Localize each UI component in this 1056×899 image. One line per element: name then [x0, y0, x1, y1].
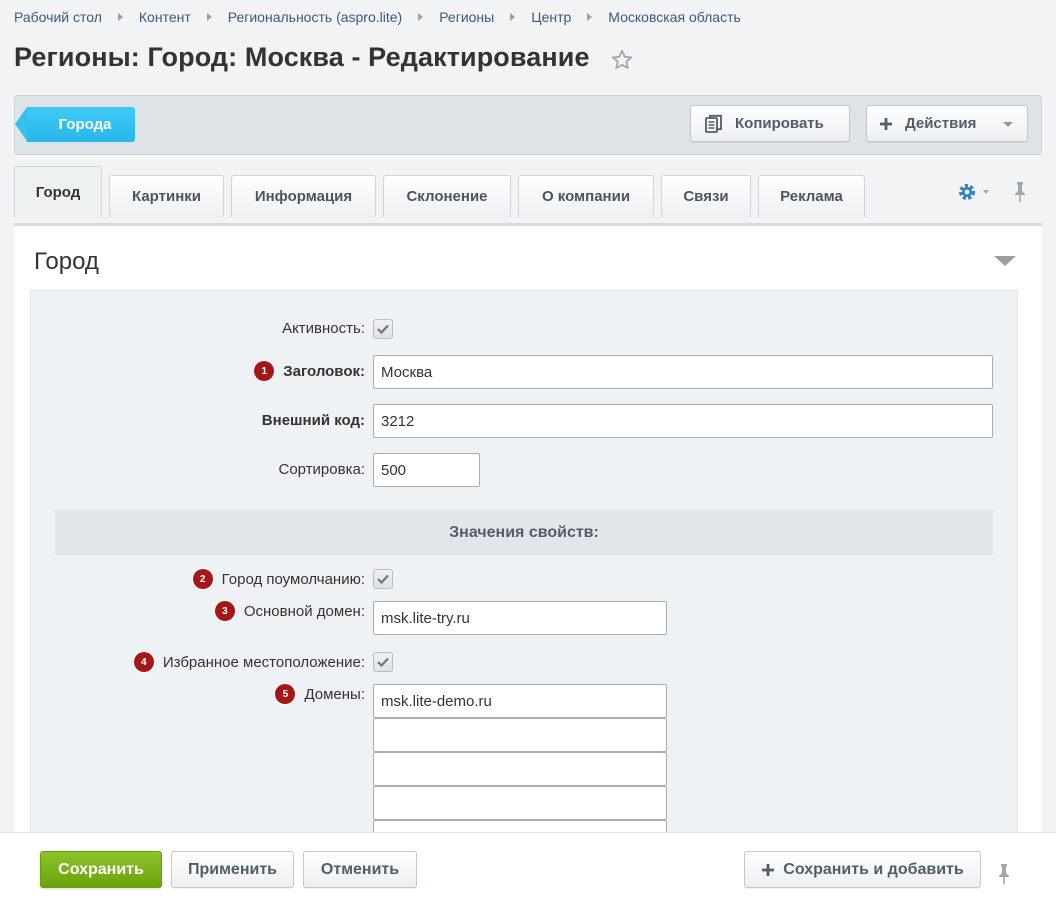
domains-label: 5 Домены: — [275, 684, 365, 704]
domain-input-1[interactable] — [373, 684, 667, 718]
properties-header: Значения свойств: — [55, 510, 993, 555]
plus-icon — [762, 863, 775, 876]
tab-information[interactable]: Информация — [231, 175, 376, 217]
save-button[interactable]: Сохранить — [40, 851, 162, 888]
form-row-title: 1 Заголовок: — [31, 355, 1019, 389]
marker-badge: 3 — [214, 601, 235, 621]
actions-button[interactable]: Действия — [866, 105, 1028, 142]
active-label: Активность: — [282, 320, 365, 337]
copy-button-label: Копировать — [735, 115, 824, 132]
pin-icon[interactable] — [996, 863, 1012, 885]
form-row-main-domain: 3 Основной домен: — [31, 601, 1019, 635]
main-domain-label: 3 Основной домен: — [214, 601, 365, 621]
section-title: Город — [34, 248, 99, 275]
checkmark-icon — [377, 657, 389, 667]
checkmark-icon — [377, 324, 389, 334]
marker-badge: 4 — [133, 652, 154, 672]
copy-icon — [705, 114, 722, 133]
caret-down-icon — [1003, 122, 1013, 127]
back-button-label: Города — [58, 116, 112, 133]
chevron-right-icon — [510, 13, 516, 21]
breadcrumb-item-content[interactable]: Контент — [139, 9, 191, 25]
checkmark-icon — [377, 574, 389, 584]
title-input[interactable] — [373, 355, 993, 389]
tab-declension[interactable]: Склонение — [383, 175, 511, 217]
pin-icon[interactable] — [1012, 181, 1028, 203]
page-title: Регионы: Город: Москва - Редактирование — [14, 42, 590, 72]
tab-links[interactable]: Связи — [661, 175, 751, 217]
title-label: 1 Заголовок: — [254, 361, 365, 381]
domain-input-3[interactable] — [373, 752, 667, 786]
form-row-default-city: 2 Город поумолчанию: — [31, 567, 1019, 591]
breadcrumb-item-regions[interactable]: Регионы — [439, 9, 494, 25]
copy-button[interactable]: Копировать — [690, 105, 850, 142]
collapse-triangle-icon[interactable] — [994, 256, 1016, 266]
toolbar: Города Копировать Действия — [14, 95, 1042, 155]
domain-input-4[interactable] — [373, 786, 667, 820]
back-to-cities-button[interactable]: Города — [15, 107, 135, 142]
marker-badge: 5 — [275, 684, 296, 704]
form-row-favorite-location: 4 Избранное местоположение: — [31, 650, 1019, 674]
breadcrumb-item-desktop[interactable]: Рабочий стол — [14, 9, 102, 25]
cancel-button[interactable]: Отменить — [303, 851, 417, 888]
form-row-sort: Сортировка: — [31, 453, 1019, 487]
domain-input-2[interactable] — [373, 718, 667, 752]
plus-icon — [880, 117, 892, 130]
caret-down-icon — [983, 190, 989, 194]
tab-settings-button[interactable] — [957, 182, 989, 202]
chevron-right-icon — [206, 13, 212, 21]
marker-badge: 1 — [254, 361, 275, 381]
tab-advertising[interactable]: Реклама — [758, 175, 865, 217]
save-and-add-label: Сохранить и добавить — [783, 860, 964, 878]
sort-label: Сортировка: — [278, 461, 366, 478]
star-icon[interactable] — [610, 48, 634, 72]
form-row-active: Активность: — [31, 317, 1019, 341]
tab-bar: Город Картинки Информация Склонение О ко… — [14, 166, 872, 217]
tab-about-company[interactable]: О компании — [518, 175, 654, 217]
main-domain-input[interactable] — [373, 601, 667, 635]
page-header: Регионы: Город: Москва - Редактирование — [14, 42, 634, 73]
chevron-right-icon — [587, 13, 593, 21]
sort-input[interactable] — [373, 453, 480, 487]
breadcrumb: Рабочий стол Контент Региональность (asp… — [14, 9, 741, 25]
actions-button-label: Действия — [905, 115, 977, 132]
footer-bar: Сохранить Применить Отменить Сохранить и… — [0, 832, 1056, 899]
chevron-right-icon — [418, 13, 424, 21]
edit-card: Город Активность: 1 Заголовок: Внешний к… — [14, 223, 1042, 854]
breadcrumb-item-center[interactable]: Центр — [531, 9, 571, 25]
breadcrumb-item-regionality[interactable]: Региональность (aspro.lite) — [228, 9, 402, 25]
save-and-add-button[interactable]: Сохранить и добавить — [744, 851, 981, 888]
apply-button[interactable]: Применить — [171, 851, 294, 888]
form-area: Активность: 1 Заголовок: Внешний код: Со… — [30, 290, 1019, 854]
external-code-label: Внешний код: — [261, 412, 365, 429]
breadcrumb-item-moscow-region[interactable]: Московская область — [608, 9, 740, 25]
chevron-right-icon — [117, 13, 123, 21]
tab-city[interactable]: Город — [14, 166, 102, 217]
active-checkbox[interactable] — [373, 319, 393, 339]
gear-icon — [959, 184, 975, 200]
external-code-input[interactable] — [373, 404, 993, 438]
form-row-external-code: Внешний код: — [31, 404, 1019, 438]
tab-pictures[interactable]: Картинки — [109, 175, 224, 217]
marker-badge: 2 — [192, 569, 213, 589]
favorite-location-label: 4 Избранное местоположение: — [133, 652, 365, 672]
default-city-label: 2 Город поумолчанию: — [192, 569, 365, 589]
favorite-location-checkbox[interactable] — [373, 652, 393, 672]
default-city-checkbox[interactable] — [373, 569, 393, 589]
